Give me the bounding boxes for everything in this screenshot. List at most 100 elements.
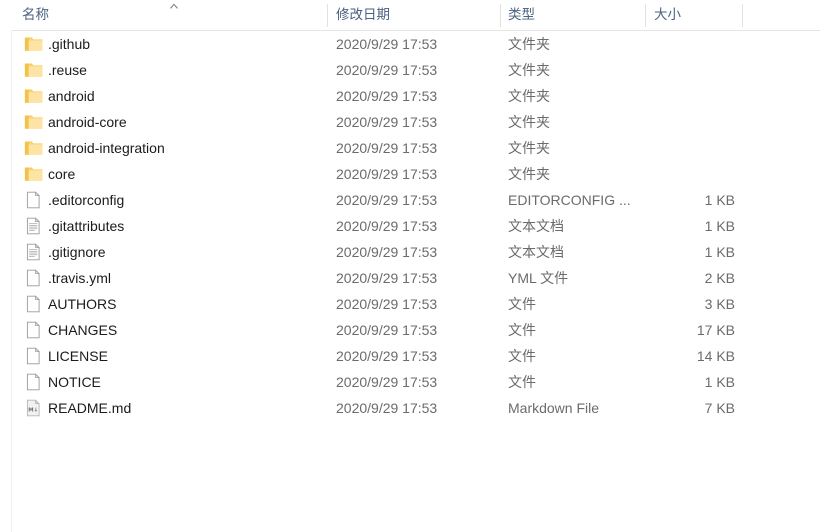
file-date-modified-cell: 2020/9/29 17:53 [336, 218, 438, 234]
file-name-cell: .gitattributes [48, 218, 125, 234]
column-header-name-label: 名称 [22, 7, 49, 22]
folder-icon [24, 61, 43, 79]
file-date-modified-cell: 2020/9/29 17:53 [336, 88, 438, 104]
column-resize-handle-name[interactable] [327, 4, 328, 27]
file-list-row[interactable]: AUTHORS 2020/9/29 17:53 文件 3 KB [0, 291, 820, 317]
file-name-cell: .reuse [48, 62, 87, 78]
file-date-modified-cell: 2020/9/29 17:53 [336, 348, 438, 364]
file-type-cell: 文件 [508, 322, 536, 338]
file-size-cell: 14 KB [696, 348, 735, 364]
file-name-cell: core [48, 166, 76, 182]
file-name-cell: NOTICE [48, 374, 101, 390]
file-date-modified-cell: 2020/9/29 17:53 [336, 62, 438, 78]
file-type-cell: 文本文档 [508, 218, 564, 234]
blank-file-icon [24, 373, 43, 391]
file-type-cell: YML 文件 [508, 270, 569, 286]
file-size-cell: 1 KB [704, 244, 735, 260]
column-header-bar: 名称 修改日期 类型 大小 [0, 0, 820, 31]
svg-text:M↓: M↓ [28, 408, 38, 414]
markdown-file-icon: M↓ [24, 399, 43, 417]
folder-icon [24, 165, 43, 183]
file-list-row[interactable]: android-integration 2020/9/29 17:53 文件夹 [0, 135, 820, 161]
file-date-modified-cell: 2020/9/29 17:53 [336, 296, 438, 312]
file-list-row[interactable]: .github 2020/9/29 17:53 文件夹 [0, 31, 820, 57]
file-name-cell: .travis.yml [48, 270, 111, 286]
file-size-cell [645, 83, 735, 109]
column-header-type[interactable]: 类型 [508, 0, 535, 30]
file-name-cell: android-core [48, 114, 127, 130]
column-header-size-label: 大小 [654, 7, 681, 22]
column-resize-handle-size[interactable] [742, 4, 743, 27]
file-type-cell: 文件 [508, 374, 536, 390]
blank-file-icon [24, 321, 43, 339]
file-list-row[interactable]: .reuse 2020/9/29 17:53 文件夹 [0, 57, 820, 83]
folder-icon [24, 87, 43, 105]
blank-file-icon [24, 191, 43, 209]
column-resize-handle-date[interactable] [500, 4, 501, 27]
file-name-cell: README.md [48, 400, 132, 416]
file-date-modified-cell: 2020/9/29 17:53 [336, 140, 438, 156]
file-type-cell: 文件夹 [508, 166, 550, 182]
file-name-cell: .gitignore [48, 244, 106, 260]
file-date-modified-cell: 2020/9/29 17:53 [336, 166, 438, 182]
file-type-cell: 文件 [508, 296, 536, 312]
column-header-date-modified-label: 修改日期 [336, 7, 390, 22]
file-size-cell: 1 KB [704, 218, 735, 234]
file-list-row[interactable]: NOTICE 2020/9/29 17:53 文件 1 KB [0, 369, 820, 395]
file-date-modified-cell: 2020/9/29 17:53 [336, 36, 438, 52]
file-date-modified-cell: 2020/9/29 17:53 [336, 244, 438, 260]
file-type-cell: 文本文档 [508, 244, 564, 260]
folder-icon [24, 113, 43, 131]
file-size-cell [645, 31, 735, 57]
file-list-row[interactable]: M↓ README.md 2020/9/29 17:53 Markdown File 7… [0, 395, 820, 421]
file-name-cell: android-integration [48, 140, 165, 156]
file-name-cell: LICENSE [48, 348, 108, 364]
file-date-modified-cell: 2020/9/29 17:53 [336, 114, 438, 130]
file-list-row[interactable]: .travis.yml 2020/9/29 17:53 YML 文件 2 KB [0, 265, 820, 291]
file-date-modified-cell: 2020/9/29 17:53 [336, 192, 438, 208]
blank-file-icon [24, 347, 43, 365]
sort-ascending-caret-icon [168, 2, 180, 10]
file-size-cell [645, 161, 735, 187]
file-size-cell: 1 KB [704, 192, 735, 208]
file-size-cell: 7 KB [704, 400, 735, 416]
file-type-cell: 文件夹 [508, 114, 550, 130]
column-header-date-modified[interactable]: 修改日期 [336, 0, 390, 30]
column-header-type-label: 类型 [508, 7, 535, 22]
file-size-cell: 2 KB [704, 270, 735, 286]
column-resize-handle-type[interactable] [645, 4, 646, 27]
file-type-cell: Markdown File [508, 400, 600, 416]
file-date-modified-cell: 2020/9/29 17:53 [336, 270, 438, 286]
file-type-cell: EDITORCONFIG ... [508, 192, 631, 208]
file-size-cell [645, 57, 735, 83]
folder-icon [24, 35, 43, 53]
file-list-row[interactable]: android 2020/9/29 17:53 文件夹 [0, 83, 820, 109]
blank-file-icon [24, 295, 43, 313]
file-type-cell: 文件夹 [508, 140, 550, 156]
text-document-icon [24, 217, 43, 235]
file-date-modified-cell: 2020/9/29 17:53 [336, 374, 438, 390]
file-name-cell: .github [48, 36, 91, 52]
file-list-row[interactable]: android-core 2020/9/29 17:53 文件夹 [0, 109, 820, 135]
file-list-row[interactable]: .editorconfig 2020/9/29 17:53 EDITORCONFIG… [0, 187, 820, 213]
column-header-name[interactable]: 名称 [22, 0, 49, 30]
file-size-cell: 1 KB [704, 374, 735, 390]
file-name-cell: AUTHORS [48, 296, 117, 312]
file-list-row[interactable]: .gitattributes 2020/9/29 17:53 文本文档 1 KB [0, 213, 820, 239]
file-type-cell: 文件夹 [508, 36, 550, 52]
column-header-size[interactable]: 大小 [654, 0, 681, 30]
file-list-row[interactable]: CHANGES 2020/9/29 17:53 文件 17 KB [0, 317, 820, 343]
file-name-cell: .editorconfig [48, 192, 125, 208]
file-type-cell: 文件 [508, 348, 536, 364]
file-size-cell: 3 KB [704, 296, 735, 312]
file-name-cell: CHANGES [48, 322, 118, 338]
file-list-row[interactable]: LICENSE 2020/9/29 17:53 文件 14 KB [0, 343, 820, 369]
text-document-icon [24, 243, 43, 261]
blank-file-icon [24, 269, 43, 287]
folder-icon [24, 139, 43, 157]
file-list-row[interactable]: .gitignore 2020/9/29 17:53 文本文档 1 KB [0, 239, 820, 265]
file-type-cell: 文件夹 [508, 88, 550, 104]
file-list-row[interactable]: core 2020/9/29 17:53 文件夹 [0, 161, 820, 187]
file-size-cell: 17 KB [696, 322, 735, 338]
file-size-cell [645, 109, 735, 135]
